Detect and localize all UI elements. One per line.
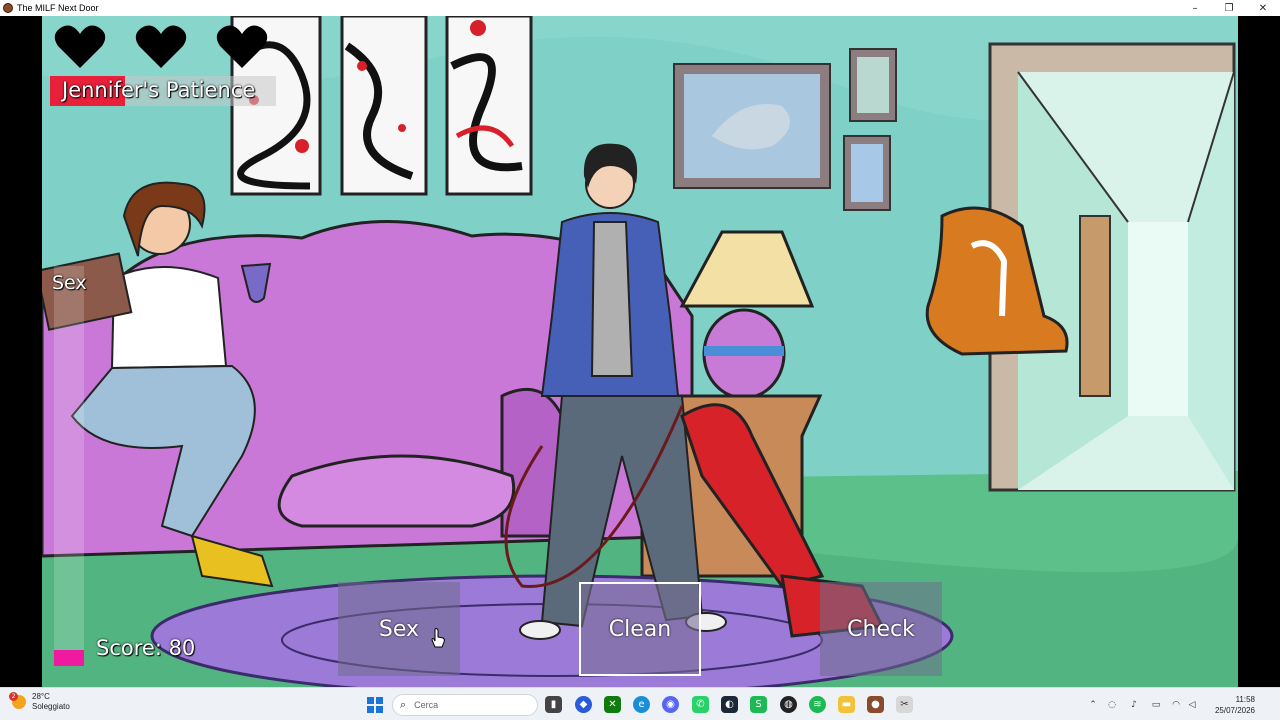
whatsapp-icon[interactable]: ✆ xyxy=(692,696,709,713)
games-icon[interactable]: S xyxy=(750,696,767,713)
horse-picture xyxy=(673,63,831,189)
maximize-button[interactable]: ❐ xyxy=(1212,0,1246,16)
heart-icon xyxy=(135,25,187,68)
minimize-button[interactable]: – xyxy=(1178,0,1212,16)
app-icon xyxy=(3,3,13,13)
search-placeholder: Cerca xyxy=(414,700,439,710)
sex-meter xyxy=(54,266,84,666)
xbox-icon[interactable]: ✕ xyxy=(604,696,621,713)
small-picture-top xyxy=(849,48,897,122)
volume-icon[interactable]: ◁ xyxy=(1186,699,1198,710)
sun-icon: 2 xyxy=(9,692,26,709)
discord-icon[interactable]: ◉ xyxy=(662,696,679,713)
network-icon[interactable]: ◌ xyxy=(1106,699,1118,710)
taskbar: 2 28°C Soleggiato ⌕ Cerca ▮ ◆ ✕ e ◉ ✆ ◐ … xyxy=(0,687,1280,720)
game-viewport[interactable]: Jennifer's Patience Sex Score: 80 Sex Cl… xyxy=(42,16,1238,687)
start-button[interactable] xyxy=(367,697,383,713)
painting-middle xyxy=(340,16,428,196)
letterbox-right xyxy=(1238,16,1280,687)
task-view-icon[interactable]: ▮ xyxy=(545,696,562,713)
weather-desc: Soleggiato xyxy=(32,702,70,711)
folder-icon[interactable]: ▬ xyxy=(838,696,855,713)
window-title: The MILF Next Door xyxy=(17,3,99,13)
heart-icon xyxy=(54,25,106,68)
notification-badge: 2 xyxy=(9,692,18,701)
spotify-icon[interactable]: ≋ xyxy=(809,696,826,713)
edge-icon[interactable]: e xyxy=(633,696,650,713)
clock-date: 25/07/2026 xyxy=(1214,706,1255,715)
search-input[interactable]: ⌕ Cerca xyxy=(392,694,538,716)
wifi-icon[interactable]: ◠ xyxy=(1170,699,1182,710)
check-button[interactable]: Check xyxy=(820,582,942,676)
game-app-icon[interactable]: ● xyxy=(867,696,884,713)
media-icon[interactable]: ◍ xyxy=(780,696,797,713)
title-bar: The MILF Next Door – ❐ ✕ xyxy=(0,0,1280,16)
sex-meter-label: Sex xyxy=(52,272,87,294)
weather-widget[interactable]: 2 28°C Soleggiato xyxy=(9,692,70,712)
painting-right xyxy=(445,16,533,196)
hand-cursor-icon xyxy=(431,628,445,648)
clock[interactable]: 11:58 25/07/2026 xyxy=(1205,694,1255,716)
snipping-tool-icon[interactable]: ✂ xyxy=(896,696,913,713)
display-icon[interactable]: ▭ xyxy=(1150,699,1162,710)
weather-temp: 28°C xyxy=(32,692,50,701)
score-display: Score: 80 xyxy=(96,636,196,660)
patience-label: Jennifer's Patience xyxy=(62,78,256,102)
copilot-icon[interactable]: ◆ xyxy=(575,696,592,713)
small-picture-bottom xyxy=(843,135,891,211)
microphone-icon[interactable]: ♪ xyxy=(1128,699,1140,710)
heart-icon xyxy=(216,25,268,68)
search-icon: ⌕ xyxy=(400,698,407,711)
sex-meter-fill xyxy=(54,650,84,666)
close-button[interactable]: ✕ xyxy=(1246,0,1280,16)
steam-icon[interactable]: ◐ xyxy=(721,696,738,713)
letterbox-left xyxy=(0,16,42,687)
game-window: The MILF Next Door – ❐ ✕ Jennifer's Pati… xyxy=(0,0,1280,720)
clean-button[interactable]: Clean xyxy=(579,582,701,676)
clock-time: 11:58 xyxy=(1235,695,1255,704)
chevron-up-icon[interactable]: ⌃ xyxy=(1087,699,1099,710)
